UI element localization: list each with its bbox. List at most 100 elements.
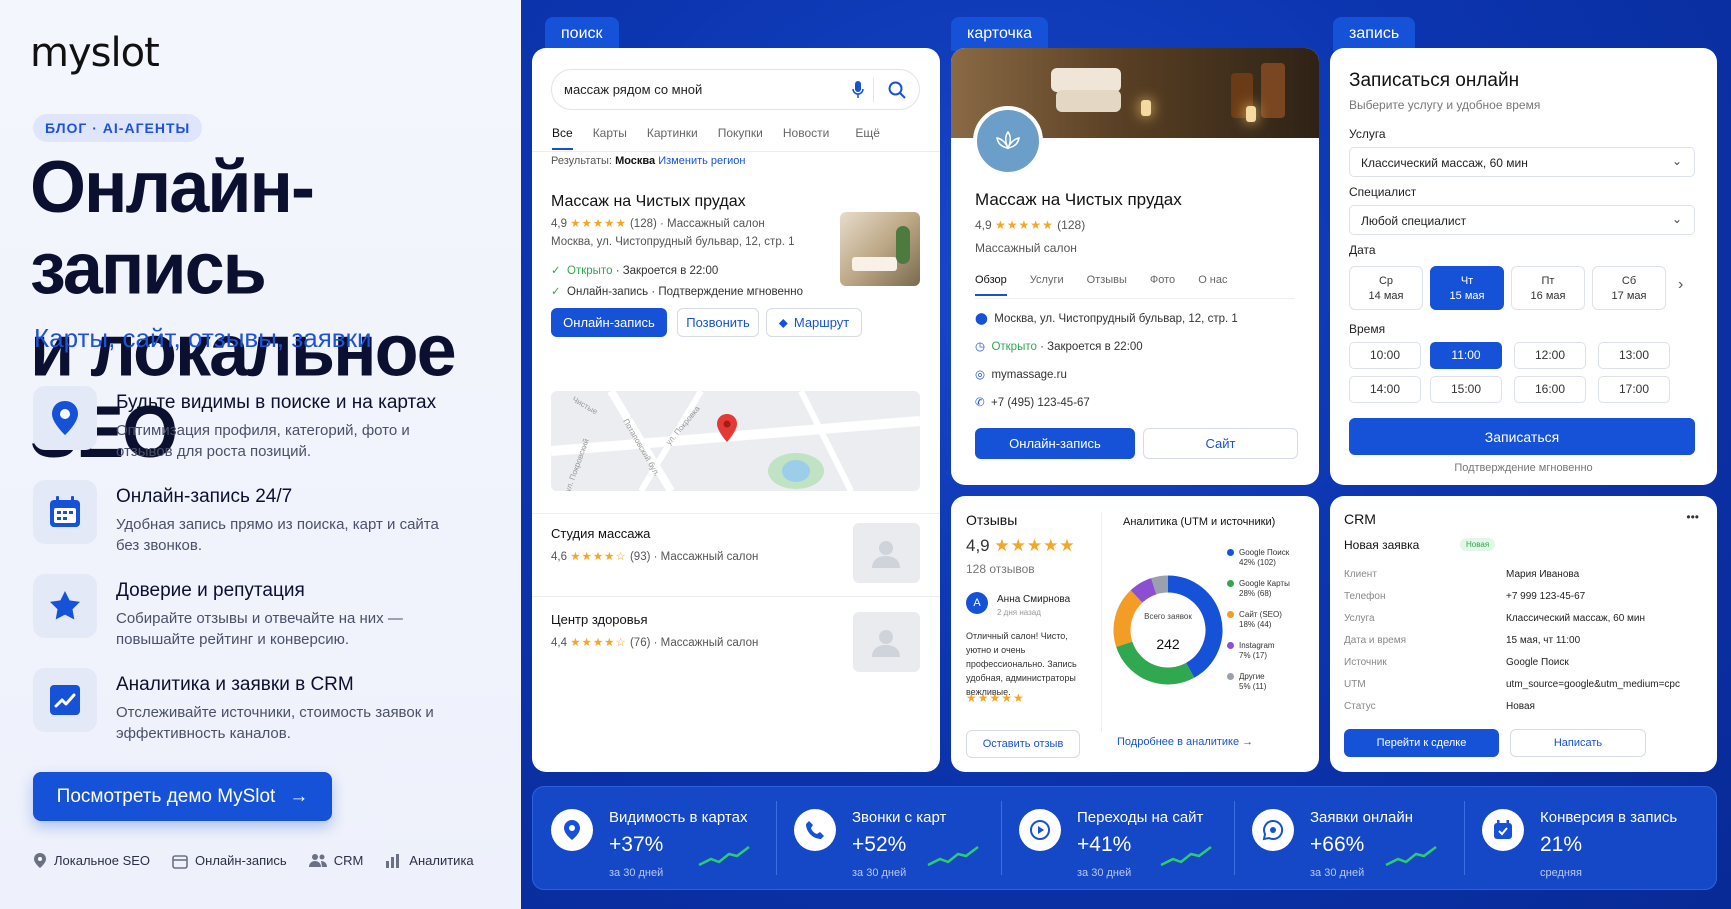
profile-website[interactable]: ◎ mymassage.ru: [975, 367, 1067, 381]
online-booking-button[interactable]: Онлайн-запись: [975, 428, 1135, 459]
specialist-select[interactable]: Любой специалист ⌄: [1349, 205, 1695, 235]
legend-swatch: [1227, 549, 1234, 556]
crm-row: Услуга Классический массаж, 60 мин: [1344, 613, 1646, 624]
crm-row: Клиент Мария Иванова: [1344, 569, 1580, 580]
feature-title: Будьте видимы в поиске и на картах: [116, 392, 437, 413]
leave-review-button[interactable]: Оставить отзыв: [966, 730, 1080, 758]
tab-more[interactable]: Ещё: [855, 126, 880, 150]
more-icon[interactable]: •••: [1686, 510, 1699, 524]
check-icon: ✓: [551, 286, 561, 298]
donut-slice: [1151, 575, 1169, 595]
time-slot[interactable]: 17:00: [1598, 376, 1670, 403]
time-slot[interactable]: 16:00: [1514, 376, 1586, 403]
footer-item-seo[interactable]: Локальное SEO: [33, 852, 150, 869]
tab-shopping[interactable]: Покупки: [718, 126, 763, 150]
route-button[interactable]: ⬥ Маршрут: [766, 308, 862, 337]
search-input[interactable]: массаж рядом со мной: [564, 82, 702, 97]
feature-item-analytics: Аналитика и заявки в CRM Отслеживайте ис…: [33, 668, 493, 748]
demo-cta-button[interactable]: Посмотреть демо MySlot →: [33, 772, 332, 821]
map-pin-icon: [33, 386, 97, 450]
reviews-count: 128 отзывов: [966, 562, 1035, 576]
time-slot-selected[interactable]: 11:00: [1430, 342, 1502, 369]
map-preview[interactable]: Чистые ул. Покровка Потаповский бул. ул.…: [551, 391, 920, 491]
legend-value: 42% (102): [1239, 558, 1276, 567]
date-option-selected[interactable]: Чт 15 мая: [1430, 266, 1504, 310]
label-booking: запись: [1333, 17, 1416, 51]
map-pin-icon: ⬤: [975, 313, 988, 325]
other-result-title[interactable]: Студия массажа: [551, 526, 650, 541]
time-slot[interactable]: 12:00: [1514, 342, 1586, 369]
date-option[interactable]: Ср 14 мая: [1349, 266, 1423, 310]
tab-all[interactable]: Все: [552, 126, 573, 150]
page-subtitle: Карты, сайт, отзывы, заявки: [34, 323, 372, 353]
map-pin-icon[interactable]: [716, 413, 738, 443]
tab-overview[interactable]: Обзор: [975, 274, 1007, 296]
result-photo[interactable]: [840, 212, 920, 286]
date-option[interactable]: Сб 17 мая: [1592, 266, 1666, 310]
calendar-check-icon: [1482, 809, 1524, 851]
tab-photos[interactable]: Фото: [1150, 274, 1175, 296]
clock-icon: ◷: [975, 341, 986, 353]
stat-online-requests: Заявки онлайн +66% за 30 дней: [1234, 787, 1464, 887]
search-icon[interactable]: [888, 81, 906, 99]
profile-phone[interactable]: ✆ +7 (495) 123-45-67: [975, 395, 1090, 409]
profile-tabs: Обзор Услуги Отзывы Фото О нас: [975, 274, 1228, 296]
result-address: Москва, ул. Чистопрудный бульвар, 12, ст…: [551, 236, 795, 248]
call-button[interactable]: Позвонить: [677, 308, 759, 337]
footer-item-analytics[interactable]: Аналитика: [385, 852, 474, 869]
microphone-icon[interactable]: [852, 81, 864, 99]
feature-item-visibility: Будьте видимы в поиске и на картах Оптим…: [33, 386, 493, 466]
review-stars: ★★★★★: [966, 691, 1025, 705]
go-to-deal-button[interactable]: Перейти к сделке: [1344, 729, 1499, 757]
region-line: Результаты: Москва Изменить регион: [551, 155, 746, 167]
tab-reviews[interactable]: Отзывы: [1087, 274, 1127, 296]
time-slot[interactable]: 10:00: [1349, 342, 1421, 369]
write-button[interactable]: Написать: [1510, 729, 1646, 757]
tab-images[interactable]: Картинки: [647, 126, 698, 150]
result-rating: 4,9 ★★★★★ (128) · Массажный салон: [551, 218, 765, 230]
legend-item: Google Поиск 42% (102): [1227, 548, 1290, 579]
service-select[interactable]: Классический массаж, 60 мин ⌄: [1349, 147, 1695, 177]
left-panel: myslot БЛОГ · AI-АГЕНТЫ Онлайн-запись и …: [0, 0, 521, 909]
feature-item-booking: Онлайн-запись 24/7 Удобная запись прямо …: [33, 480, 493, 560]
tab-about[interactable]: О нас: [1198, 274, 1227, 296]
trend-up-icon: [1160, 846, 1212, 867]
donut-center-value: 242: [1156, 636, 1180, 652]
date-option[interactable]: Пт 16 мая: [1511, 266, 1585, 310]
time-slot[interactable]: 13:00: [1598, 342, 1670, 369]
chevron-down-icon: ⌄: [1671, 212, 1682, 226]
reviews-title: Отзывы: [966, 512, 1018, 528]
legend-label: Google Карты: [1239, 579, 1290, 588]
donut-slice: [1130, 578, 1157, 603]
tab-maps[interactable]: Карты: [593, 126, 627, 150]
other-result-title[interactable]: Центр здоровья: [551, 612, 648, 627]
map-pin-icon: [551, 809, 593, 851]
chevron-right-icon[interactable]: ›: [1678, 276, 1683, 294]
result-title[interactable]: Массаж на Чистых прудах: [551, 193, 746, 211]
legend-item: Другие 5% (11): [1227, 672, 1290, 703]
analytics-link[interactable]: Подробнее в аналитике →: [1117, 736, 1253, 748]
tab-news[interactable]: Новости: [783, 126, 829, 150]
stat-conversion: Конверсия в запись 21% средняя: [1464, 787, 1716, 887]
website-button[interactable]: Сайт: [1143, 428, 1298, 459]
search-box[interactable]: массаж рядом со мной: [551, 69, 920, 110]
footer-item-crm[interactable]: CRM: [308, 852, 363, 869]
result-booking: ✓ Онлайн-запись · Подтверждение мгновенн…: [551, 286, 803, 298]
route-icon: ⬥: [778, 314, 788, 330]
legend-value: 7% (17): [1239, 651, 1268, 660]
time-slot[interactable]: 15:00: [1430, 376, 1502, 403]
star-icon: [33, 574, 97, 638]
online-booking-button[interactable]: Онлайн-запись: [551, 308, 667, 337]
feature-desc: Отслеживайте источники, стоимость заявок…: [116, 704, 434, 742]
brand-logo[interactable]: myslot: [30, 30, 160, 76]
footer-item-booking[interactable]: Онлайн-запись: [172, 852, 287, 869]
category-tag[interactable]: БЛОГ · AI-АГЕНТЫ: [33, 114, 203, 142]
change-region-link[interactable]: Изменить регион: [658, 155, 745, 167]
sources-donut-chart: [1113, 575, 1223, 685]
time-slot[interactable]: 14:00: [1349, 376, 1421, 403]
book-submit-button[interactable]: Записаться: [1349, 418, 1695, 455]
feature-title: Доверие и репутация: [116, 580, 305, 601]
tab-services[interactable]: Услуги: [1030, 274, 1064, 296]
crm-row: Статус Новая: [1344, 701, 1535, 712]
legend-item: Google Карты 28% (68): [1227, 579, 1290, 610]
